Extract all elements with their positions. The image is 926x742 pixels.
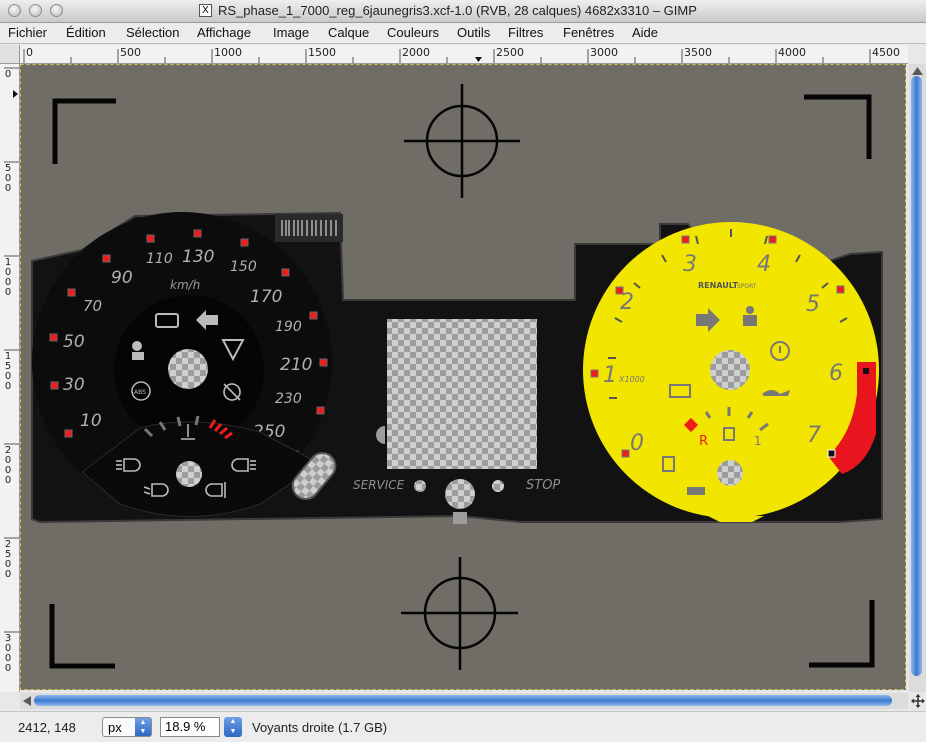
speedometer-hub	[168, 349, 208, 389]
speed-label-130: 130	[182, 247, 214, 267]
speed-unit-label: km/h	[170, 278, 200, 292]
lights-hub	[176, 461, 202, 487]
center-button-stem	[453, 512, 467, 524]
lcd-display-window	[387, 319, 537, 469]
pointer-coordinates: 2412, 148	[18, 720, 76, 735]
chevron-updown-icon: ▲ ▼	[135, 718, 151, 736]
vruler-label: 500	[4, 163, 12, 194]
menu-outils[interactable]: Outils	[457, 25, 490, 40]
speed-label-230: 230	[275, 391, 302, 407]
vruler-label: 1000	[4, 257, 12, 298]
image-canvas[interactable]: 10 30 50 70 90 110 130 150 170 190 210 2…	[20, 64, 908, 692]
center-button	[445, 479, 475, 509]
speed-label-210: 210	[280, 355, 312, 375]
vertical-scrollbar[interactable]	[909, 64, 926, 692]
menu-filtres[interactable]: Filtres	[508, 25, 543, 40]
hruler-label: 4500	[872, 46, 900, 59]
zoom-window-button[interactable]	[50, 4, 63, 17]
hruler-label: 2500	[496, 46, 524, 59]
barcode-area	[275, 214, 343, 242]
stop-label: STOP	[526, 478, 560, 493]
stop-light	[492, 480, 504, 492]
speed-label-190: 190	[275, 319, 302, 335]
hruler-label: 3000	[590, 46, 618, 59]
ruler-corner[interactable]	[0, 45, 20, 64]
brand-logo-suffix: SPORT	[737, 283, 757, 290]
close-window-button[interactable]	[8, 4, 21, 17]
menu-fenetres[interactable]: Fenêtres	[563, 25, 614, 40]
speed-label-170: 170	[250, 287, 282, 307]
speed-label-30: 30	[63, 375, 85, 395]
vertical-ruler[interactable]: 0 500 1000 1500 2000 2500 3000	[0, 64, 20, 692]
layer-info: Voyants droite (1.7 GB)	[252, 720, 388, 735]
tach-label-5: 5	[806, 292, 820, 317]
title-bar: X RS_phase_1_7000_reg_6jaunegris3.xcf-1.…	[0, 0, 926, 23]
speed-label-90: 90	[111, 268, 133, 288]
vertical-scroll-thumb[interactable]	[911, 76, 922, 676]
service-light	[414, 480, 426, 492]
minimize-window-button[interactable]	[29, 4, 42, 17]
tach-label-0: 0	[630, 431, 644, 456]
hruler-label: 1500	[308, 46, 336, 59]
gear-1-label: 1	[754, 434, 762, 448]
hruler-label: 0	[26, 46, 33, 59]
engine-service-icon	[687, 487, 705, 495]
menu-edition[interactable]: Édition	[66, 25, 106, 40]
gear-r-label: R	[699, 434, 708, 449]
tach-marker-7-dark	[827, 449, 836, 458]
navigate-icon[interactable]	[909, 693, 926, 709]
tach-multiplier: X1000	[618, 375, 645, 384]
x11-icon: X	[199, 4, 212, 17]
tach-label-7: 7	[807, 423, 821, 448]
zoom-input[interactable]: 18.9 %	[160, 717, 220, 737]
horizontal-scrollbar[interactable]	[20, 693, 908, 709]
hruler-label: 3500	[684, 46, 712, 59]
service-label: SERVICE	[353, 478, 405, 492]
vruler-label: 2500	[4, 539, 12, 580]
menu-image[interactable]: Image	[273, 25, 309, 40]
unit-value: px	[108, 720, 122, 735]
hruler-label: 1000	[214, 46, 242, 59]
tach-label-3: 3	[683, 252, 697, 277]
tach-label-6: 6	[829, 361, 843, 386]
tach-label-2: 2	[620, 290, 634, 315]
brand-logo: RENAULT	[698, 281, 739, 290]
ruler-pointer-icon	[13, 90, 18, 98]
menu-bar: Fichier Édition Sélection Affichage Imag…	[0, 23, 926, 44]
menu-selection[interactable]: Sélection	[126, 25, 179, 40]
tachometer-lower-hub	[717, 460, 743, 486]
vruler-label: 1500	[4, 351, 12, 392]
speed-label-110: 110	[146, 251, 173, 267]
hruler-label: 2000	[402, 46, 430, 59]
vruler-label: 2000	[4, 445, 12, 486]
tach-marker-6-dark	[863, 368, 869, 374]
hruler-label: 4000	[778, 46, 806, 59]
hruler-label: 500	[120, 46, 141, 59]
speed-label-70: 70	[83, 297, 102, 315]
menu-couleurs[interactable]: Couleurs	[387, 25, 439, 40]
status-bar: 2412, 148 px ▲ ▼ 18.9 % ▲ ▼ Voyants droite…	[0, 711, 926, 742]
menu-fichier[interactable]: Fichier	[8, 25, 47, 40]
unit-select[interactable]: px ▲ ▼	[102, 717, 152, 737]
tachometer-hub	[710, 350, 750, 390]
zoom-chevron-updown-icon[interactable]: ▲ ▼	[224, 717, 242, 737]
tach-label-4: 4	[757, 252, 771, 277]
vruler-label: 0	[4, 69, 12, 80]
vruler-label: 3000	[4, 633, 12, 674]
horizontal-ruler[interactable]: 0 500 1000 1500 2000 2500 3000 3500 4000…	[20, 45, 908, 64]
window-title: RS_phase_1_7000_reg_6jaunegris3.xcf-1.0 …	[218, 3, 697, 18]
speed-label-10: 10	[80, 411, 102, 431]
menu-calque[interactable]: Calque	[328, 25, 369, 40]
ruler-pointer-icon	[475, 57, 482, 62]
tach-label-1: 1	[603, 363, 617, 388]
speed-label-50: 50	[63, 332, 85, 352]
abs-label: ABS	[134, 389, 146, 396]
menu-aide[interactable]: Aide	[632, 25, 658, 40]
horizontal-scroll-thumb[interactable]	[34, 695, 892, 706]
speed-label-150: 150	[230, 259, 257, 275]
menu-affichage[interactable]: Affichage	[197, 25, 251, 40]
